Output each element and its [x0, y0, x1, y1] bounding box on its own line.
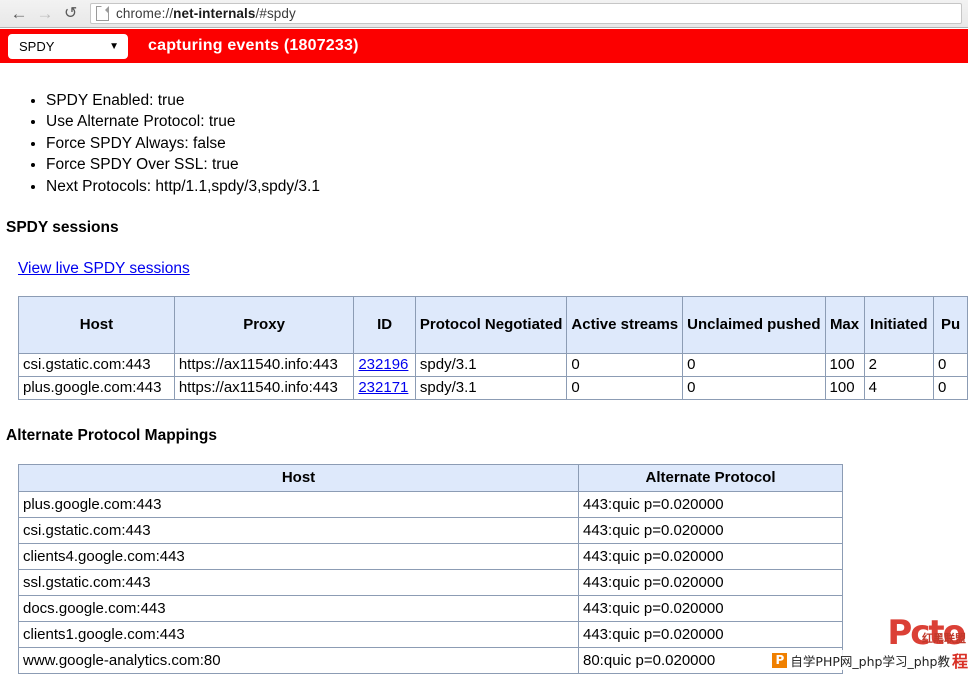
- cell-host: plus.google.com:443: [19, 492, 579, 518]
- url-prefix: chrome://: [116, 6, 173, 21]
- column-header-unclaimed-pushed: Unclaimed pushed: [683, 297, 825, 354]
- browser-toolbar: ← → ↻ chrome://net-internals/#spdy: [0, 0, 968, 28]
- list-item: SPDY Enabled: true: [46, 90, 968, 111]
- list-item: Next Protocols: http/1.1,spdy/3,spdy/3.1: [46, 176, 968, 197]
- column-header-protocol-negotiated: Protocol Negotiated: [415, 297, 567, 354]
- cell-protocol-negotiated: spdy/3.1: [415, 354, 567, 377]
- table-row: clients1.google.com:443 443:quic p=0.020…: [19, 622, 843, 648]
- capture-status-text: capturing events (1807233): [148, 37, 359, 55]
- back-arrow-icon[interactable]: ←: [6, 1, 32, 27]
- column-header-active-streams: Active streams: [567, 297, 683, 354]
- cell-alternate-protocol: 443:quic p=0.020000: [579, 518, 843, 544]
- capture-status-bar: SPDY ▼ capturing events (1807233): [0, 29, 968, 63]
- cell-host: csi.gstatic.com:443: [19, 518, 579, 544]
- cell-max: 100: [825, 377, 864, 400]
- cell-host: clients4.google.com:443: [19, 544, 579, 570]
- cell-protocol-negotiated: spdy/3.1: [415, 377, 567, 400]
- session-id-link[interactable]: 232171: [358, 379, 408, 396]
- cell-alternate-protocol: 443:quic p=0.020000: [579, 570, 843, 596]
- column-header-host: Host: [19, 297, 175, 354]
- cell-host: www.google-analytics.com:80: [19, 648, 579, 674]
- column-header-alternate-protocol: Alternate Protocol: [579, 465, 843, 492]
- url-suffix: /#spdy: [256, 6, 296, 21]
- session-id-link[interactable]: 232196: [358, 356, 408, 373]
- cell-host: docs.google.com:443: [19, 596, 579, 622]
- list-item: Use Alternate Protocol: true: [46, 111, 968, 132]
- page-content: SPDY Enabled: true Use Alternate Protoco…: [0, 63, 968, 674]
- table-row: csi.gstatic.com:443 https://ax11540.info…: [19, 354, 968, 377]
- cell-unclaimed-pushed: 0: [683, 354, 825, 377]
- list-item: Force SPDY Always: false: [46, 133, 968, 154]
- column-header-host: Host: [19, 465, 579, 492]
- cell-initiated: 4: [864, 377, 933, 400]
- cell-id: 232171: [354, 377, 416, 400]
- view-selector-dropdown[interactable]: SPDY ▼: [8, 34, 128, 59]
- cell-pushed: 0: [934, 354, 968, 377]
- column-header-max: Max: [825, 297, 864, 354]
- cell-active-streams: 0: [567, 354, 683, 377]
- forward-arrow-icon[interactable]: →: [32, 1, 58, 27]
- cell-active-streams: 0: [567, 377, 683, 400]
- spdy-sessions-table: Host Proxy ID Protocol Negotiated Active…: [18, 296, 968, 400]
- cell-proxy: https://ax11540.info:443: [174, 354, 354, 377]
- page-document-icon: [96, 6, 109, 21]
- url-host: net-internals: [173, 6, 255, 21]
- cell-alternate-protocol: 443:quic p=0.020000: [579, 596, 843, 622]
- cell-unclaimed-pushed: 0: [683, 377, 825, 400]
- cell-alternate-protocol: 443:quic p=0.020000: [579, 492, 843, 518]
- cell-host: ssl.gstatic.com:443: [19, 570, 579, 596]
- table-row: plus.google.com:443 https://ax11540.info…: [19, 377, 968, 400]
- view-selector-label: SPDY: [19, 39, 54, 54]
- cell-alternate-protocol: 443:quic p=0.020000: [579, 622, 843, 648]
- cell-alternate-protocol: 443:quic p=0.020000: [579, 544, 843, 570]
- cell-alternate-protocol: 80:quic p=0.020000: [579, 648, 843, 674]
- spdy-info-list: SPDY Enabled: true Use Alternate Protoco…: [0, 90, 968, 197]
- view-live-spdy-sessions-link[interactable]: View live SPDY sessions: [18, 260, 190, 278]
- address-bar[interactable]: chrome://net-internals/#spdy: [90, 3, 962, 24]
- table-header-row: Host Alternate Protocol: [19, 465, 843, 492]
- table-row: plus.google.com:443 443:quic p=0.020000: [19, 492, 843, 518]
- cell-id: 232196: [354, 354, 416, 377]
- table-row: csi.gstatic.com:443 443:quic p=0.020000: [19, 518, 843, 544]
- cell-initiated: 2: [864, 354, 933, 377]
- column-header-id: ID: [354, 297, 416, 354]
- table-header-row: Host Proxy ID Protocol Negotiated Active…: [19, 297, 968, 354]
- address-bar-text: chrome://net-internals/#spdy: [116, 6, 296, 21]
- table-row: clients4.google.com:443 443:quic p=0.020…: [19, 544, 843, 570]
- column-header-initiated: Initiated: [864, 297, 933, 354]
- cell-pushed: 0: [934, 377, 968, 400]
- table-row: www.google-analytics.com:80 80:quic p=0.…: [19, 648, 843, 674]
- spdy-sessions-title: SPDY sessions: [6, 219, 968, 237]
- cell-host: plus.google.com:443: [19, 377, 175, 400]
- cell-max: 100: [825, 354, 864, 377]
- table-row: docs.google.com:443 443:quic p=0.020000: [19, 596, 843, 622]
- alternate-protocol-title: Alternate Protocol Mappings: [6, 427, 968, 445]
- table-row: ssl.gstatic.com:443 443:quic p=0.020000: [19, 570, 843, 596]
- list-item: Force SPDY Over SSL: true: [46, 154, 968, 175]
- cell-host: csi.gstatic.com:443: [19, 354, 175, 377]
- cell-host: clients1.google.com:443: [19, 622, 579, 648]
- reload-icon[interactable]: ↻: [58, 1, 84, 27]
- browser-window: ← → ↻ chrome://net-internals/#spdy SPDY …: [0, 0, 968, 674]
- column-header-proxy: Proxy: [174, 297, 354, 354]
- chevron-down-icon: ▼: [109, 41, 119, 52]
- column-header-pushed: Pu: [934, 297, 968, 354]
- cell-proxy: https://ax11540.info:443: [174, 377, 354, 400]
- alternate-protocol-table: Host Alternate Protocol plus.google.com:…: [18, 464, 843, 674]
